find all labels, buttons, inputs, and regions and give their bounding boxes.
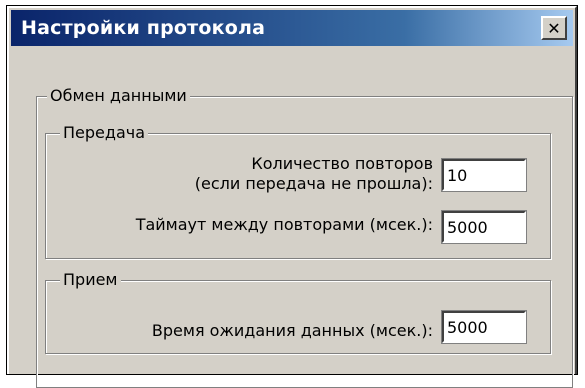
window-title: Настройки протокола: [21, 17, 266, 39]
timeout-label: Таймаут между повторами (мсек.):: [135, 215, 433, 234]
protocol-settings-dialog: Настройки протокола ✕ Обмен данными Пере…: [6, 5, 578, 388]
retries-input[interactable]: [441, 158, 527, 192]
wait-time-input[interactable]: [441, 310, 527, 344]
data-exchange-legend: Обмен данными: [47, 86, 190, 105]
receive-legend: Прием: [60, 270, 121, 289]
retries-label-line2: (если передача не прошла):: [194, 174, 433, 193]
retries-label: Количество повторов (если передача не пр…: [195, 154, 433, 194]
close-button[interactable]: ✕: [541, 16, 567, 40]
title-bar[interactable]: Настройки протокола ✕: [11, 10, 573, 46]
transmit-legend: Передача: [60, 123, 148, 142]
close-icon: ✕: [547, 18, 561, 38]
wait-time-label: Время ожидания данных (мсек.):: [151, 321, 433, 340]
retries-label-line1: Количество повторов: [251, 154, 433, 173]
timeout-input[interactable]: [441, 210, 527, 244]
